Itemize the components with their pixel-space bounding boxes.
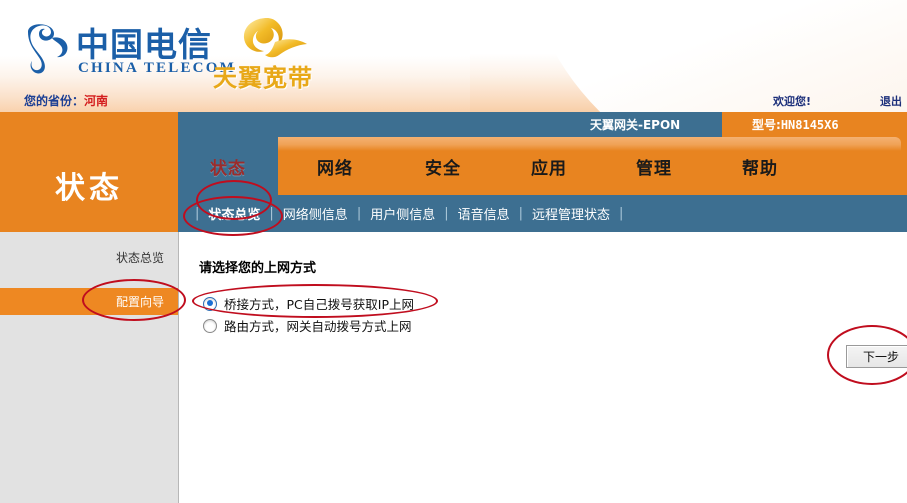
subnav-item-remote-management[interactable]: 远程管理状态	[530, 204, 612, 223]
sub-nav-separator-5: |	[619, 206, 624, 221]
province-indicator: 您的省份：河南	[24, 92, 108, 109]
sub-nav-separator-4: |	[518, 206, 524, 221]
china-telecom-logo: 中国电信 CHINA TELECOM	[22, 18, 234, 80]
tab-security[interactable]: 安全	[393, 137, 493, 195]
sidebar-item-status-overview-label: 状态总览	[115, 251, 164, 265]
wan-mode-option-route[interactable]: 路由方式，网关自动拨号方式上网	[203, 316, 412, 335]
sidebar-item-config-wizard-label: 配置向导	[115, 295, 164, 309]
tab-network[interactable]: 网络	[285, 137, 385, 195]
subnav-item-user-info[interactable]: 用户侧信息	[368, 204, 437, 223]
tab-status-label: 状态	[210, 158, 246, 179]
tab-application-label: 应用	[531, 158, 567, 179]
sub-nav-separator-2: |	[356, 206, 362, 221]
tab-help[interactable]: 帮助	[710, 137, 810, 195]
subnav-item-network-info[interactable]: 网络侧信息	[281, 204, 350, 223]
china-telecom-mark-icon	[22, 20, 70, 79]
page-root: 中国电信 CHINA TELECOM 天翼宽带 您的省份：河南 欢迎您! 退出 …	[0, 0, 907, 503]
tab-management[interactable]: 管理	[604, 137, 704, 195]
subnav-item-status-overview[interactable]: 状态总览	[206, 204, 262, 223]
sidebar: 状态总览 配置向导	[0, 232, 179, 503]
tab-management-label: 管理	[636, 158, 672, 179]
tab-network-label: 网络	[317, 158, 353, 179]
device-model: 型号:HN8145X6	[752, 116, 839, 133]
tianyi-text: 天翼宽带	[213, 64, 313, 92]
wan-mode-option-bridge[interactable]: 桥接方式，PC自己拨号获取IP上网	[203, 294, 414, 313]
device-model-value: HN8145X6	[780, 118, 839, 132]
sub-nav-bar: | 状态总览 | 网络侧信息 | 用户侧信息 | 语音信息 | 远程管理状态 |	[178, 195, 907, 232]
tab-help-label: 帮助	[742, 158, 778, 179]
china-telecom-cn-text: 中国电信	[76, 25, 212, 64]
logout-link[interactable]: 退出	[880, 93, 902, 109]
subnav-item-voice-info[interactable]: 语音信息	[456, 204, 512, 223]
tab-security-label: 安全	[425, 158, 461, 179]
welcome-text: 欢迎您!	[773, 95, 812, 108]
sub-nav-separator-1: |	[269, 206, 274, 221]
wan-mode-bridge-radio[interactable]	[203, 296, 217, 311]
province-value: 河南	[84, 94, 109, 108]
header-white-swoosh	[520, 0, 907, 112]
device-name: 天翼网关-EPON	[590, 118, 681, 132]
page-header: 中国电信 CHINA TELECOM 天翼宽带 您的省份：河南 欢迎您! 退出	[0, 0, 907, 112]
tab-application[interactable]: 应用	[499, 137, 599, 195]
sub-nav-separator-3: |	[444, 206, 449, 221]
sidebar-item-config-wizard[interactable]: 配置向导	[0, 288, 178, 315]
sub-nav-separator-0: |	[195, 206, 200, 221]
tab-status[interactable]: 状态	[178, 137, 278, 195]
wan-mode-route-label: 路由方式，网关自动拨号方式上网	[224, 319, 412, 334]
tianyi-broadband-logo: 天翼宽带	[213, 14, 333, 92]
content-area: 请选择您的上网方式 桥接方式，PC自己拨号获取IP上网 路由方式，网关自动拨号方…	[179, 232, 907, 503]
panel-title: 状态	[0, 137, 178, 232]
next-step-button[interactable]: 下一步	[846, 345, 907, 368]
device-model-label: 型号:	[752, 118, 781, 132]
province-label: 您的省份：	[24, 94, 85, 108]
wan-mode-bridge-label: 桥接方式，PC自己拨号获取IP上网	[224, 297, 414, 312]
wan-mode-route-radio[interactable]	[203, 318, 217, 333]
sidebar-item-status-overview[interactable]: 状态总览	[0, 245, 178, 270]
device-info-bar: 天翼网关-EPON 型号:HN8145X6	[0, 112, 907, 137]
device-bar-left	[0, 112, 178, 137]
content-heading: 请选择您的上网方式	[199, 261, 317, 276]
